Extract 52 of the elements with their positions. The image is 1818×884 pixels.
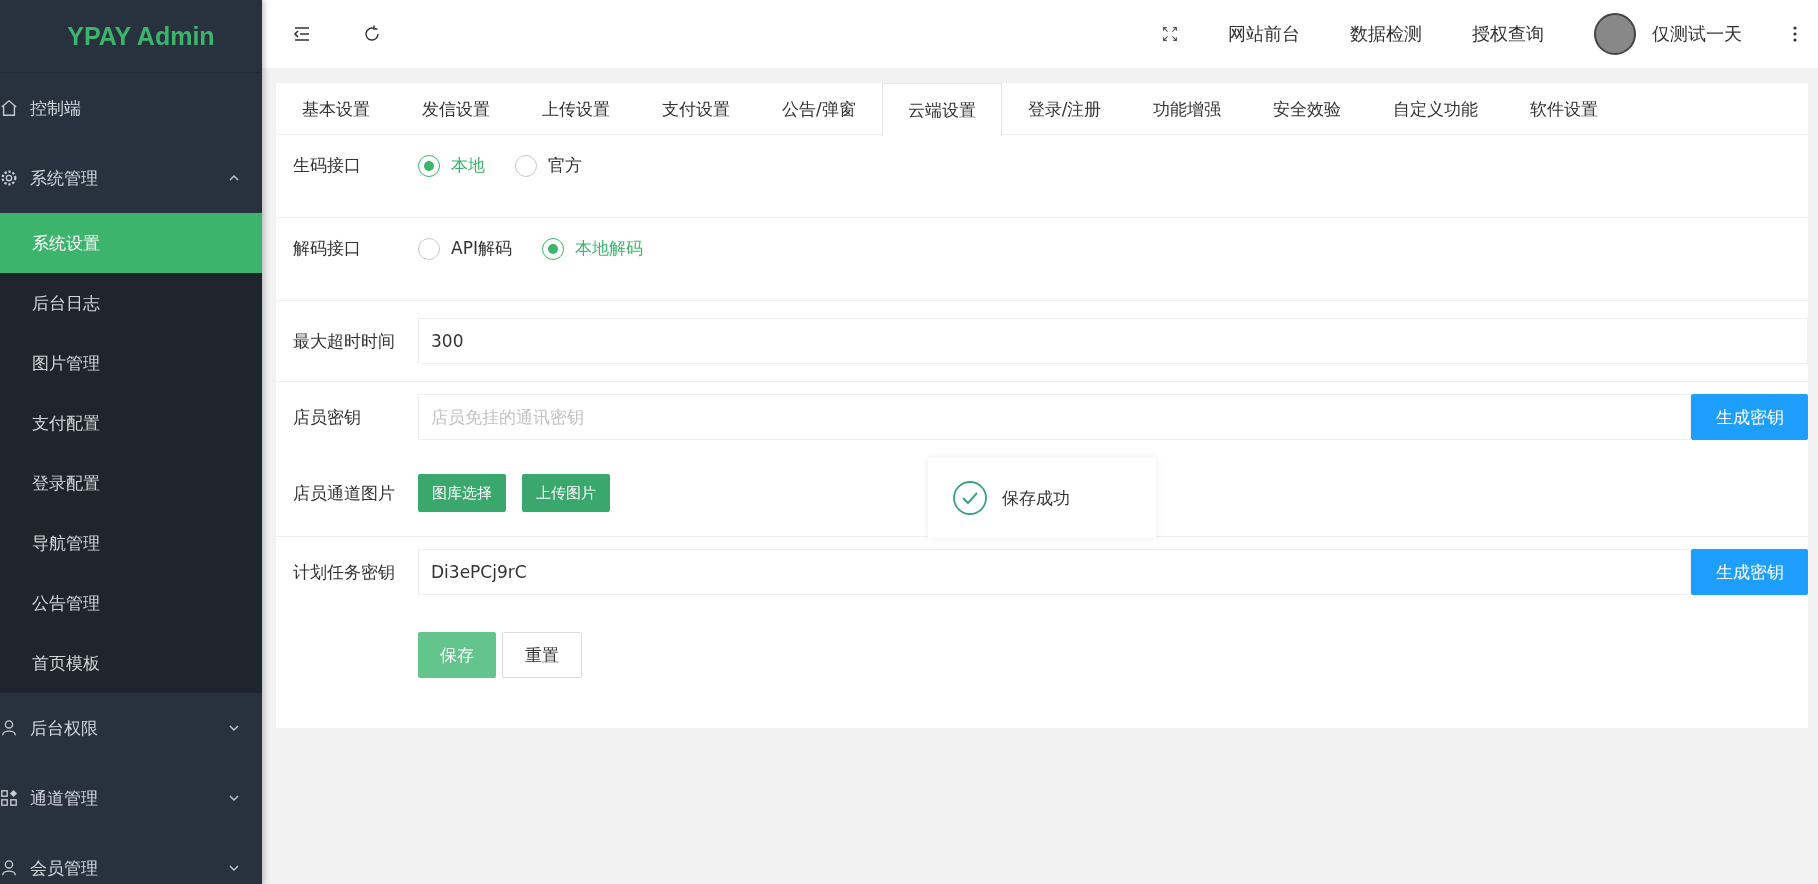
header-link[interactable]: 数据检测: [1350, 22, 1422, 46]
sidebar-item[interactable]: 会员管理: [0, 833, 262, 884]
sidebar-subitem[interactable]: 公告管理: [0, 573, 262, 633]
settings-tab[interactable]: 公告/弹窗: [756, 83, 882, 134]
field-label: 生码接口: [292, 154, 362, 177]
settings-tab[interactable]: 登录/注册: [1001, 83, 1128, 134]
field-label: 店员通道图片: [292, 481, 396, 505]
menu-icon[interactable]: [292, 24, 312, 44]
home-icon: [0, 99, 18, 117]
user-icon: [0, 719, 18, 737]
gear-icon: [0, 169, 18, 187]
field-label: 店员密钥: [292, 405, 362, 429]
settings-tab[interactable]: 支付设置: [636, 83, 756, 134]
sidebar-subitem[interactable]: 登录配置: [0, 453, 262, 513]
text-field[interactable]: Di3ePCj9rC: [418, 549, 1691, 595]
brand-title: YPAY Admin: [66, 21, 215, 51]
sidebar-subitem[interactable]: 导航管理: [0, 513, 262, 573]
sidebar-item[interactable]: 后台权限: [0, 693, 262, 763]
settings-tab[interactable]: 上传设置: [516, 83, 636, 134]
radio-option[interactable]: API解码: [418, 237, 512, 260]
sidebar-item[interactable]: 控制端: [0, 73, 262, 143]
field-label: 最大超时时间: [292, 329, 396, 353]
more-icon[interactable]: [1792, 25, 1798, 43]
sidebar-item[interactable]: 系统管理: [0, 143, 262, 213]
field-label: 解码接口: [292, 237, 362, 260]
sidebar-subitem[interactable]: 后台日志: [0, 273, 262, 333]
user-icon: [0, 859, 18, 877]
sidebar-subitem[interactable]: 首页模板: [0, 633, 262, 693]
check-circle-icon: [952, 480, 988, 516]
settings-tab[interactable]: 发信设置: [396, 83, 516, 134]
settings-tab[interactable]: 安全效验: [1247, 83, 1368, 134]
refresh-icon[interactable]: [362, 24, 382, 44]
grid-icon: [0, 789, 18, 807]
header-link[interactable]: 授权查询: [1472, 22, 1544, 46]
user-name[interactable]: 仅测试一天: [1652, 22, 1742, 46]
header-link[interactable]: 网站前台: [1228, 22, 1300, 46]
settings-tab[interactable]: 基本设置: [276, 83, 396, 134]
settings-tab[interactable]: 软件设置: [1504, 83, 1625, 134]
sidebar-subitem[interactable]: 支付配置: [0, 393, 262, 453]
radio-option[interactable]: 官方: [515, 154, 582, 177]
field-label: 计划任务密钥: [292, 560, 396, 584]
text-field[interactable]: 店员免挂的通讯密钥: [418, 394, 1691, 440]
settings-tab[interactable]: 自定义功能: [1367, 83, 1505, 134]
sidebar-item[interactable]: 通道管理: [0, 763, 262, 833]
avatar[interactable]: [1594, 13, 1636, 55]
toast-message: 保存成功: [1002, 486, 1070, 510]
reset-button[interactable]: 重置: [502, 632, 582, 678]
text-field[interactable]: 300: [418, 318, 1808, 364]
settings-tab[interactable]: 云端设置: [881, 83, 1002, 136]
sidebar-subitem[interactable]: 图片管理: [0, 333, 262, 393]
settings-tab[interactable]: 功能增强: [1127, 83, 1248, 134]
fullscreen-icon[interactable]: [1162, 24, 1178, 44]
